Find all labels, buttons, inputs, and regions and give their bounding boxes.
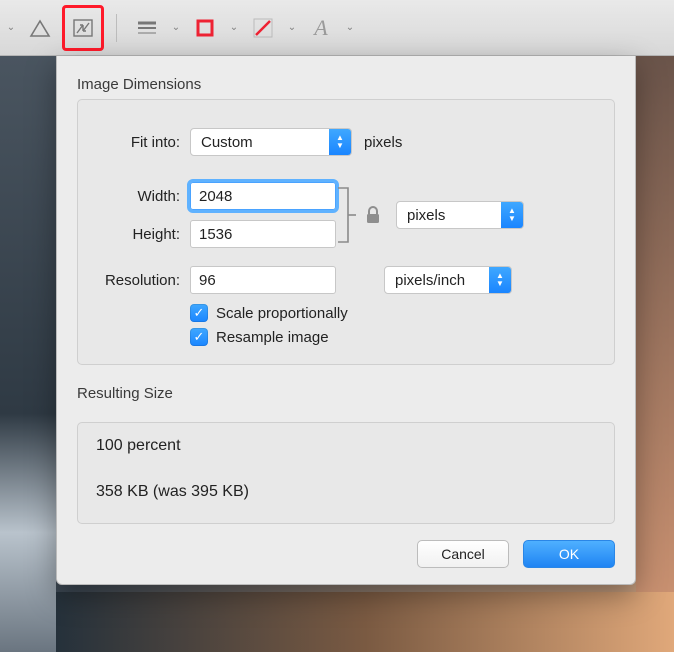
diagonal-stroke-icon[interactable] [245, 10, 281, 46]
resample-image-label: Resample image [216, 329, 329, 346]
height-label: Height: [96, 226, 190, 243]
text-style-icon[interactable]: A [303, 10, 339, 46]
scale-proportionally-checkbox[interactable]: ✓ [190, 304, 208, 322]
resolution-unit-select[interactable]: pixels/inch ▲▼ [384, 266, 512, 294]
fit-into-label: Fit into: [96, 134, 190, 151]
result-percent: 100 percent [96, 437, 596, 455]
resolution-label: Resolution: [96, 272, 190, 289]
resolution-unit-value: pixels/inch [385, 267, 489, 293]
fit-into-unit: pixels [364, 134, 402, 151]
shape-rect-icon[interactable] [187, 10, 223, 46]
select-arrows-icon: ▲▼ [489, 267, 511, 293]
background-image-bottom [56, 592, 674, 652]
adjust-levels-icon[interactable] [22, 10, 58, 46]
resize-icon[interactable] [65, 10, 101, 46]
line-style-dropdown[interactable]: ⌄ [169, 22, 183, 33]
stroke-dropdown[interactable]: ⌄ [285, 22, 299, 33]
shape-dropdown[interactable]: ⌄ [227, 22, 241, 33]
scale-proportionally-label: Scale proportionally [216, 305, 348, 322]
image-dimensions-title: Image Dimensions [77, 76, 615, 93]
lock-icon[interactable] [364, 205, 382, 225]
background-image-left [0, 56, 56, 652]
width-input[interactable] [190, 182, 336, 210]
resize-tool-highlight [62, 5, 104, 51]
toolbar: ⌄ ⌄ ⌄ ⌄ A ⌄ [0, 0, 674, 56]
fit-into-select[interactable]: Custom ▲▼ [190, 128, 352, 156]
resulting-size-group: 100 percent 358 KB (was 395 KB) [77, 422, 615, 524]
image-dimensions-dialog: Image Dimensions Fit into: Custom ▲▼ pix… [56, 56, 636, 585]
toolbar-dropdown-arrow[interactable]: ⌄ [4, 22, 18, 33]
height-input[interactable] [190, 220, 336, 248]
line-style-icon[interactable] [129, 10, 165, 46]
background-image-right [636, 56, 674, 592]
ok-button[interactable]: OK [523, 540, 615, 568]
resample-image-checkbox[interactable]: ✓ [190, 328, 208, 346]
link-bracket-icon [336, 182, 358, 248]
width-label: Width: [96, 188, 190, 205]
result-filesize: 358 KB (was 395 KB) [96, 483, 596, 501]
text-style-dropdown[interactable]: ⌄ [343, 22, 357, 33]
image-dimensions-group: Fit into: Custom ▲▼ pixels Width: Height… [77, 99, 615, 365]
fit-into-value: Custom [191, 129, 329, 155]
select-arrows-icon: ▲▼ [329, 129, 351, 155]
toolbar-separator [116, 14, 117, 42]
dimension-unit-value: pixels [397, 202, 501, 228]
resulting-size-title: Resulting Size [77, 385, 615, 402]
select-arrows-icon: ▲▼ [501, 202, 523, 228]
dimension-unit-select[interactable]: pixels ▲▼ [396, 201, 524, 229]
resolution-input[interactable] [190, 266, 336, 294]
cancel-button[interactable]: Cancel [417, 540, 509, 568]
